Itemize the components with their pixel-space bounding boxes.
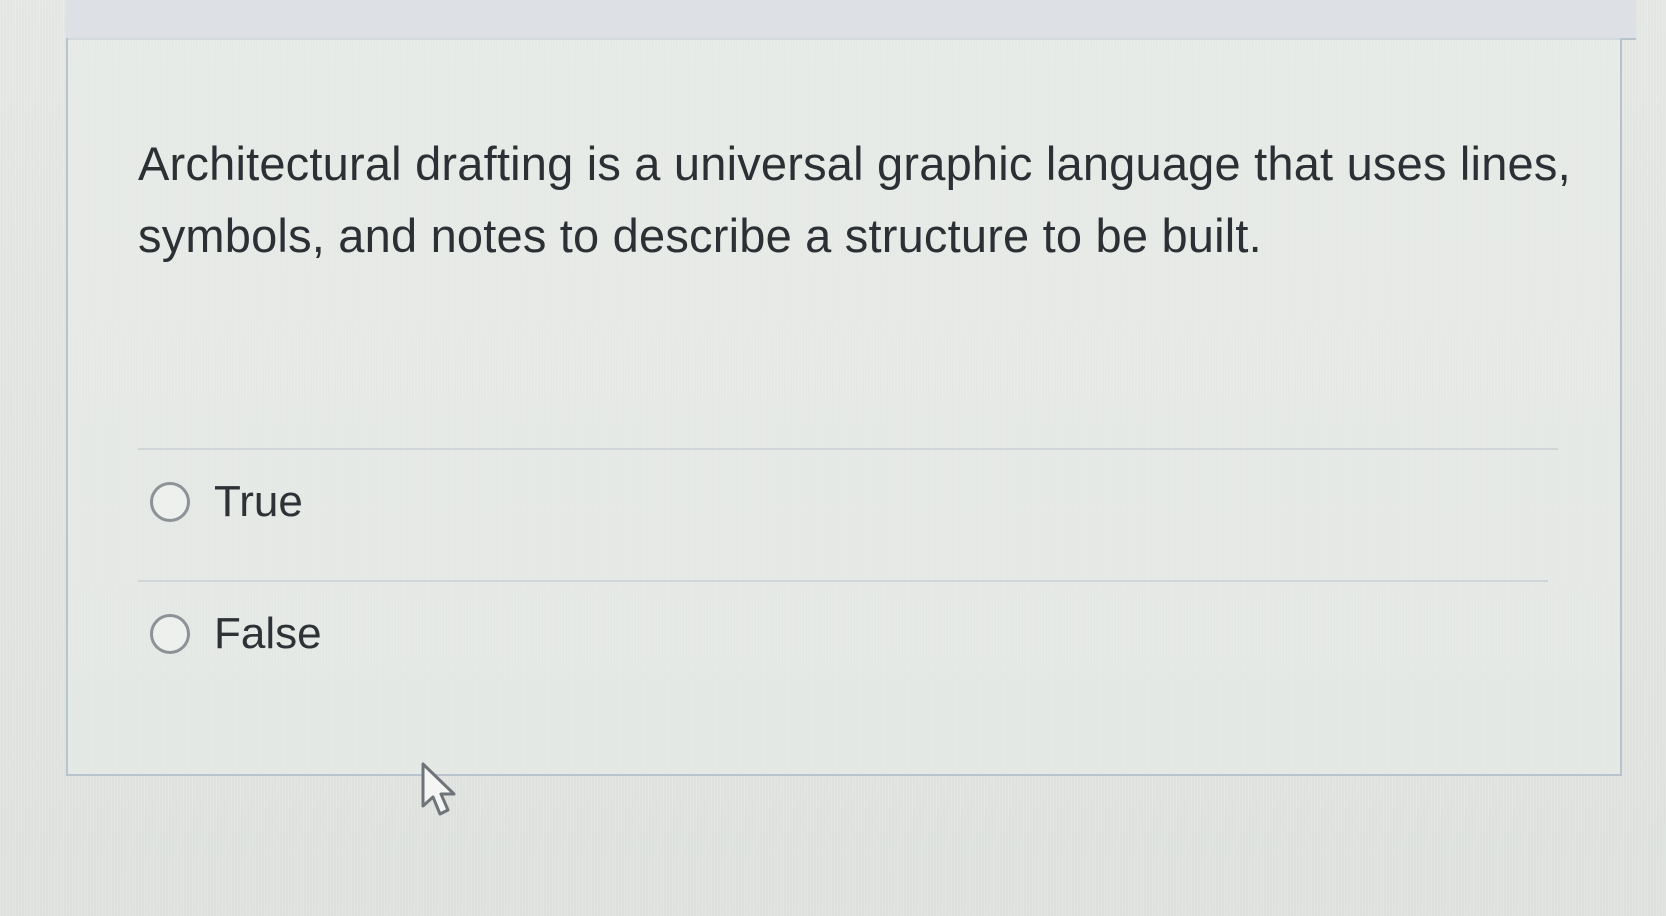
- radio-unchecked-icon[interactable]: [150, 482, 190, 522]
- answer-option-false[interactable]: False: [150, 604, 322, 664]
- divider: [138, 580, 1548, 582]
- question-text: Architectural drafting is a universal gr…: [138, 137, 1571, 262]
- answer-label-false: False: [214, 609, 322, 658]
- divider: [138, 448, 1558, 450]
- header-band: [66, 0, 1636, 40]
- mouse-pointer-icon: [421, 762, 456, 816]
- radio-unchecked-icon[interactable]: [150, 614, 190, 654]
- answer-label-true: True: [214, 477, 303, 526]
- answer-option-true[interactable]: True: [150, 472, 303, 532]
